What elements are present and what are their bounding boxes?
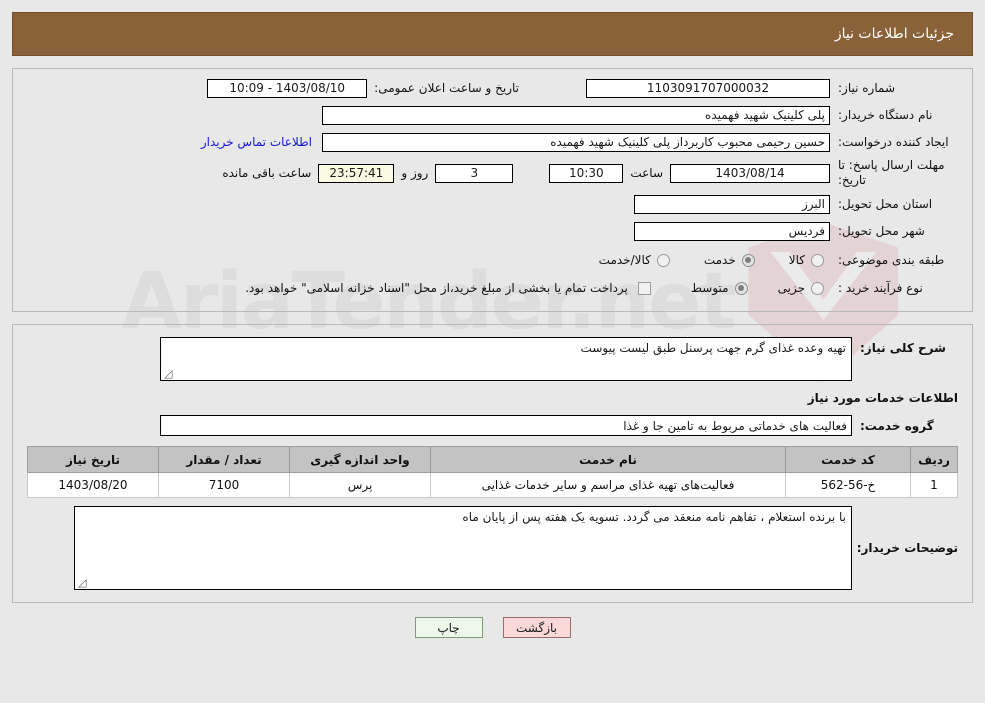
row-purchase-process: نوع فرآیند خرید : جزیی متوسط پرداخت تمام…	[27, 277, 958, 299]
th-service-code[interactable]: کد خدمت	[785, 446, 911, 473]
radio-icon-minor[interactable]	[811, 281, 824, 295]
service-group-label: گروه خدمت:	[860, 418, 934, 433]
th-quantity[interactable]: تعداد / مقدار	[158, 446, 290, 473]
row-province: استان محل تحویل: البرز	[27, 193, 958, 215]
radio-icon-goods-service[interactable]	[656, 253, 670, 267]
cell-service-code: خ-56-562	[785, 472, 911, 498]
cell-unit: پرس	[289, 472, 431, 498]
row-buyer-notes: توضیحات خریدار: با برنده استعلام ، تفاهم…	[27, 506, 958, 590]
purchase-process-label: نوع فرآیند خرید :	[838, 281, 923, 295]
service-group-field[interactable]: فعالیت های خدماتی مربوط به تامین جا و غذ…	[160, 415, 852, 436]
radio-icon-goods[interactable]	[811, 253, 824, 267]
process-option-medium-label: متوسط	[690, 281, 729, 295]
th-unit[interactable]: واحد اندازه گیری	[289, 446, 431, 473]
need-description-value: تهیه وعده غذای گرم جهت پرسنل طبق لیست پی…	[580, 341, 846, 355]
need-description-textarea[interactable]: تهیه وعده غذای گرم جهت پرسنل طبق لیست پی…	[160, 337, 852, 381]
row-city: شهر محل تحویل: فردیس	[27, 220, 958, 242]
buyer-notes-label: توضیحات خریدار:	[856, 541, 958, 555]
row-deadline: مهلت ارسال پاسخ: تا تاریخ: 1403/08/14 سا…	[27, 158, 958, 188]
th-row-no[interactable]: ردیف	[910, 446, 958, 473]
category-option-goods-service-label: کالا/خدمت	[598, 253, 651, 267]
row-service-group: گروه خدمت: فعالیت های خدماتی مربوط به تا…	[27, 415, 958, 436]
print-button[interactable]: چاپ	[414, 617, 483, 638]
cell-service-name: فعالیت‌های تهیه غذای مراسم و سایر خدمات …	[430, 472, 786, 498]
page-header: جزئیات اطلاعات نیاز	[12, 12, 973, 56]
need-details-panel: شرح کلی نیاز: تهیه وعده غذای گرم جهت پرس…	[12, 324, 973, 603]
need-number-field[interactable]: 1103091707000032	[586, 78, 830, 98]
resize-grip-icon[interactable]: ◺	[164, 367, 174, 380]
buyer-notes-value: با برنده استعلام ، تفاهم نامه منعقد می گ…	[462, 510, 846, 524]
cell-need-date: 1403/08/20	[27, 472, 159, 498]
need-number-label: شماره نیاز:	[838, 81, 895, 95]
process-option-minor[interactable]: جزیی	[778, 281, 824, 295]
treasury-bond-checkbox-group[interactable]: پرداخت تمام یا بخشی از مبلغ خرید،از محل …	[245, 281, 651, 295]
page-title: جزئیات اطلاعات نیاز	[834, 26, 954, 42]
checkbox-icon-treasury-bond[interactable]	[637, 281, 651, 295]
cell-row-no: 1	[910, 472, 958, 498]
row-need-description: شرح کلی نیاز: تهیه وعده غذای گرم جهت پرس…	[27, 337, 958, 381]
deadline-date-field[interactable]: 1403/08/14	[670, 163, 830, 183]
row-buyer-org: نام دستگاه خریدار: پلی کلینیک شهید فهمید…	[27, 104, 958, 126]
resize-grip-icon-notes[interactable]: ◺	[78, 576, 88, 589]
category-option-goods[interactable]: کالا	[789, 253, 824, 267]
category-option-goods-label: کالا	[788, 253, 805, 267]
row-request-creator: ایجاد کننده درخواست: حسین رحیمی محبوب کا…	[27, 131, 958, 153]
action-button-bar: بازگشت چاپ	[0, 617, 985, 638]
remaining-time-label: ساعت باقی مانده	[222, 166, 312, 180]
province-label: استان محل تحویل:	[838, 197, 933, 211]
request-creator-label: ایجاد کننده درخواست:	[838, 135, 949, 149]
process-option-medium[interactable]: متوسط	[691, 281, 748, 295]
buyer-org-field[interactable]: پلی کلینیک شهید فهمیده	[322, 105, 830, 125]
th-need-date[interactable]: تاریخ نیاز	[27, 446, 159, 473]
deadline-hour-label: ساعت	[630, 166, 663, 180]
need-info-panel: شماره نیاز: 1103091707000032 تاریخ و ساع…	[12, 68, 973, 312]
row-need-number: شماره نیاز: 1103091707000032 تاریخ و ساع…	[27, 77, 958, 99]
remaining-time-field[interactable]: 23:57:41	[318, 163, 395, 183]
announcement-date-label: تاریخ و ساعت اعلان عمومی:	[374, 81, 519, 95]
back-button[interactable]: بازگشت	[502, 617, 571, 638]
buyer-org-label: نام دستگاه خریدار:	[838, 108, 933, 122]
remaining-days-label: روز و	[401, 166, 429, 180]
process-option-minor-label: جزیی	[777, 281, 805, 295]
province-field[interactable]: البرز	[634, 194, 830, 214]
table-row[interactable]: 1 خ-56-562 فعالیت‌های تهیه غذای مراسم و …	[27, 472, 958, 498]
radio-icon-medium[interactable]	[734, 281, 748, 295]
deadline-time-field[interactable]: 10:30	[549, 163, 624, 183]
treasury-bond-label: پرداخت تمام یا بخشی از مبلغ خرید،از محل …	[245, 281, 628, 295]
category-option-service-label: خدمت	[703, 253, 736, 267]
radio-icon-service[interactable]	[741, 253, 755, 267]
table-header-row: ردیف کد خدمت نام خدمت واحد اندازه گیری ت…	[27, 446, 958, 473]
request-creator-field[interactable]: حسین رحیمی محبوب کاربرداز پلی کلینیک شهی…	[322, 132, 830, 152]
announcement-date-field[interactable]: 1403/08/10 - 10:09	[207, 78, 368, 98]
row-category: طبقه بندی موضوعی: کالا خدمت کالا/خدمت	[27, 249, 958, 271]
category-option-goods-service[interactable]: کالا/خدمت	[599, 253, 670, 267]
services-heading: اطلاعات خدمات مورد نیاز	[807, 391, 958, 405]
services-table: ردیف کد خدمت نام خدمت واحد اندازه گیری ت…	[27, 446, 958, 498]
buyer-notes-textarea[interactable]: با برنده استعلام ، تفاهم نامه منعقد می گ…	[74, 506, 852, 590]
need-description-label: شرح کلی نیاز:	[860, 341, 946, 355]
city-field[interactable]: فردیس	[634, 221, 830, 241]
remaining-days-field[interactable]: 3	[435, 163, 514, 183]
cell-quantity: 7100	[158, 472, 290, 498]
deadline-label: مهلت ارسال پاسخ: تا تاریخ:	[838, 158, 945, 187]
city-label: شهر محل تحویل:	[838, 224, 925, 238]
category-label: طبقه بندی موضوعی:	[838, 253, 945, 267]
buyer-contact-link[interactable]: اطلاعات تماس خریدار	[201, 135, 312, 149]
category-option-service[interactable]: خدمت	[704, 253, 755, 267]
th-service-name[interactable]: نام خدمت	[430, 446, 786, 473]
